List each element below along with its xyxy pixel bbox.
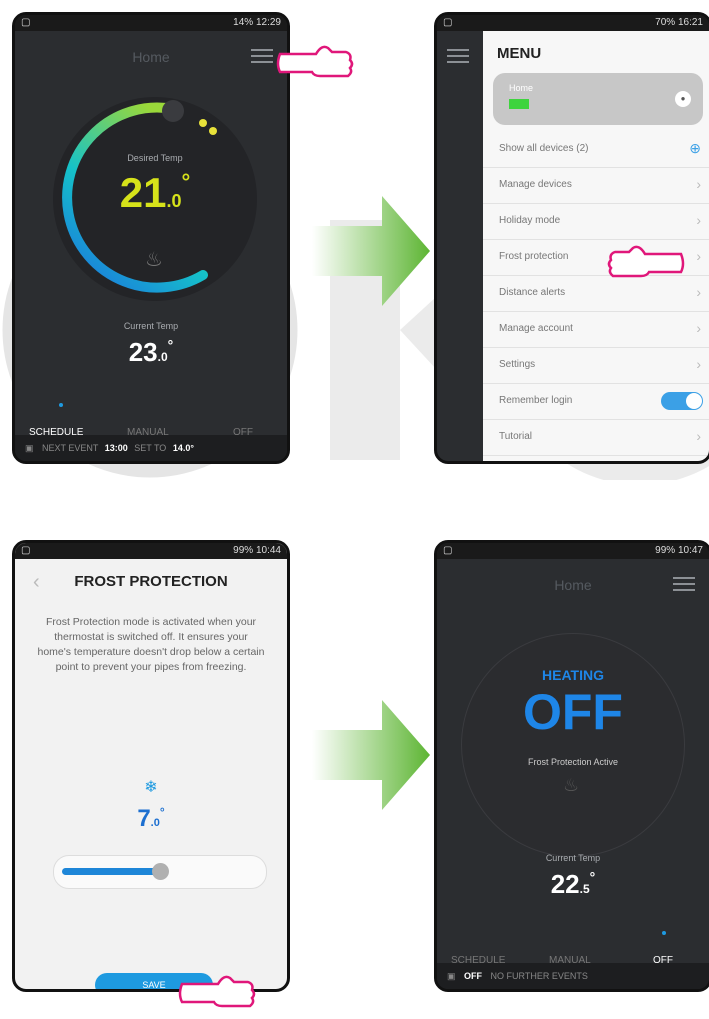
status-time: 99% 10:47 xyxy=(655,545,703,556)
next-event-bar: ▣ OFF NO FURTHER EVENTS xyxy=(437,963,709,989)
status-bar: ▢ 99% 10:44 xyxy=(15,543,287,559)
chevron-right-icon: › xyxy=(696,176,701,192)
menu-item-manage-devices[interactable]: Manage devices › xyxy=(483,167,709,204)
hamburger-menu-icon[interactable] xyxy=(251,49,273,65)
battery-icon xyxy=(509,99,529,109)
menu-item-settings[interactable]: Settings › xyxy=(483,347,709,384)
hamburger-menu-icon[interactable] xyxy=(447,49,469,65)
frost-active-label: Frost Protection Active xyxy=(527,757,619,767)
frost-temp-slider[interactable] xyxy=(53,855,267,889)
next-event-time: 13:00 xyxy=(104,443,128,453)
chevron-right-icon: › xyxy=(696,212,701,228)
phone-frost-protection-screen: ▢ 99% 10:44 ‹ FROST PROTECTION Frost Pro… xyxy=(12,540,290,992)
frost-description: Frost Protection mode is activated when … xyxy=(37,616,265,673)
status-bar: ▢ 99% 10:47 xyxy=(437,543,709,559)
current-temp-label: Current Temp xyxy=(545,853,601,863)
home-device-card[interactable]: Home ● xyxy=(493,73,703,125)
desired-temp-value: 21.0° xyxy=(119,169,191,216)
next-event-label: NEXT EVENT xyxy=(42,443,99,453)
chevron-right-icon: › xyxy=(696,248,701,264)
no-events-label: NO FURTHER EVENTS xyxy=(490,971,588,981)
notification-icon: ▢ xyxy=(443,545,453,556)
remember-login-toggle[interactable] xyxy=(661,392,703,410)
status-time: 99% 10:44 xyxy=(233,545,281,556)
menu-item-manage-account[interactable]: Manage account › xyxy=(483,311,709,348)
status-bar: ▢ 14% 12:29 xyxy=(15,15,287,31)
phone-menu-screen: ▢ 70% 16:21 MENU Home ● Show all devices… xyxy=(434,12,709,464)
pointing-hand-icon xyxy=(276,40,356,89)
add-circle-icon[interactable]: ⊕ xyxy=(689,140,701,157)
page-title: Home xyxy=(132,49,170,65)
notification-icon: ▢ xyxy=(443,17,453,28)
set-to-label: SET TO xyxy=(134,443,167,453)
frost-temp-value: 7.0° xyxy=(137,805,165,832)
chevron-right-icon: › xyxy=(696,428,701,444)
phone-home-off-screen: ▢ 99% 10:47 Home HEATING OFF Frost Prote… xyxy=(434,540,709,992)
desired-temp-label: Desired Temp xyxy=(127,153,183,163)
chevron-right-icon: › xyxy=(696,284,701,300)
slider-fill xyxy=(62,868,160,875)
next-event-bar: ▣ NEXT EVENT 13:00 SET TO 14.0° xyxy=(15,435,287,461)
current-temp-value: 23.0° xyxy=(128,337,174,367)
page-title: FROST PROTECTION xyxy=(74,573,228,590)
pointing-hand-icon xyxy=(605,240,685,289)
menu-item-holiday-mode[interactable]: Holiday mode › xyxy=(483,203,709,240)
flame-icon: ♨ xyxy=(145,249,163,271)
thermostat-dial[interactable]: Desired Temp 21.0° ♨ xyxy=(53,97,257,301)
hamburger-menu-icon[interactable] xyxy=(673,577,695,593)
calendar-icon: ▣ xyxy=(25,443,34,453)
status-time: 14% 12:29 xyxy=(233,17,281,28)
pointing-hand-icon xyxy=(178,970,258,1019)
current-temp-value: 22.5° xyxy=(550,869,596,899)
menu-title: MENU xyxy=(497,45,542,62)
chevron-right-icon: › xyxy=(696,320,701,336)
page-title: Home xyxy=(554,577,592,593)
status-bar: ▢ 70% 16:21 xyxy=(437,15,709,31)
menu-item-tutorial[interactable]: Tutorial › xyxy=(483,419,709,456)
calendar-icon: ▣ xyxy=(447,971,456,981)
menu-item-show-all-devices[interactable]: Show all devices (2) ⊕ xyxy=(483,131,709,168)
arrow-right-2 xyxy=(312,700,432,815)
home-device-label: Home xyxy=(509,83,534,93)
set-to-value: 14.0° xyxy=(172,443,194,453)
chevron-right-icon: › xyxy=(696,356,701,372)
slider-handle[interactable] xyxy=(152,863,169,880)
arrow-right-1 xyxy=(312,196,432,311)
active-mode-dot xyxy=(59,403,63,407)
active-mode-dot xyxy=(662,931,666,935)
phone-home-screen: ▢ 14% 12:29 Home Desired Temp 21.0° ♨ Cu… xyxy=(12,12,290,464)
flame-icon: ♨ xyxy=(563,775,580,795)
heating-state: OFF xyxy=(523,684,623,740)
notification-icon: ▢ xyxy=(21,545,31,556)
bottom-state: OFF xyxy=(464,971,483,981)
heating-label: HEATING xyxy=(542,667,604,683)
snowflake-icon: ❄ xyxy=(144,779,158,796)
status-time: 70% 16:21 xyxy=(655,17,703,28)
selected-radio-icon[interactable]: ● xyxy=(675,91,691,107)
menu-item-remember-login: Remember login xyxy=(483,383,709,420)
notification-icon: ▢ xyxy=(21,17,31,28)
thermostat-dial[interactable]: HEATING OFF Frost Protection Active ♨ xyxy=(461,633,685,857)
current-temp-label: Current Temp xyxy=(123,321,179,331)
